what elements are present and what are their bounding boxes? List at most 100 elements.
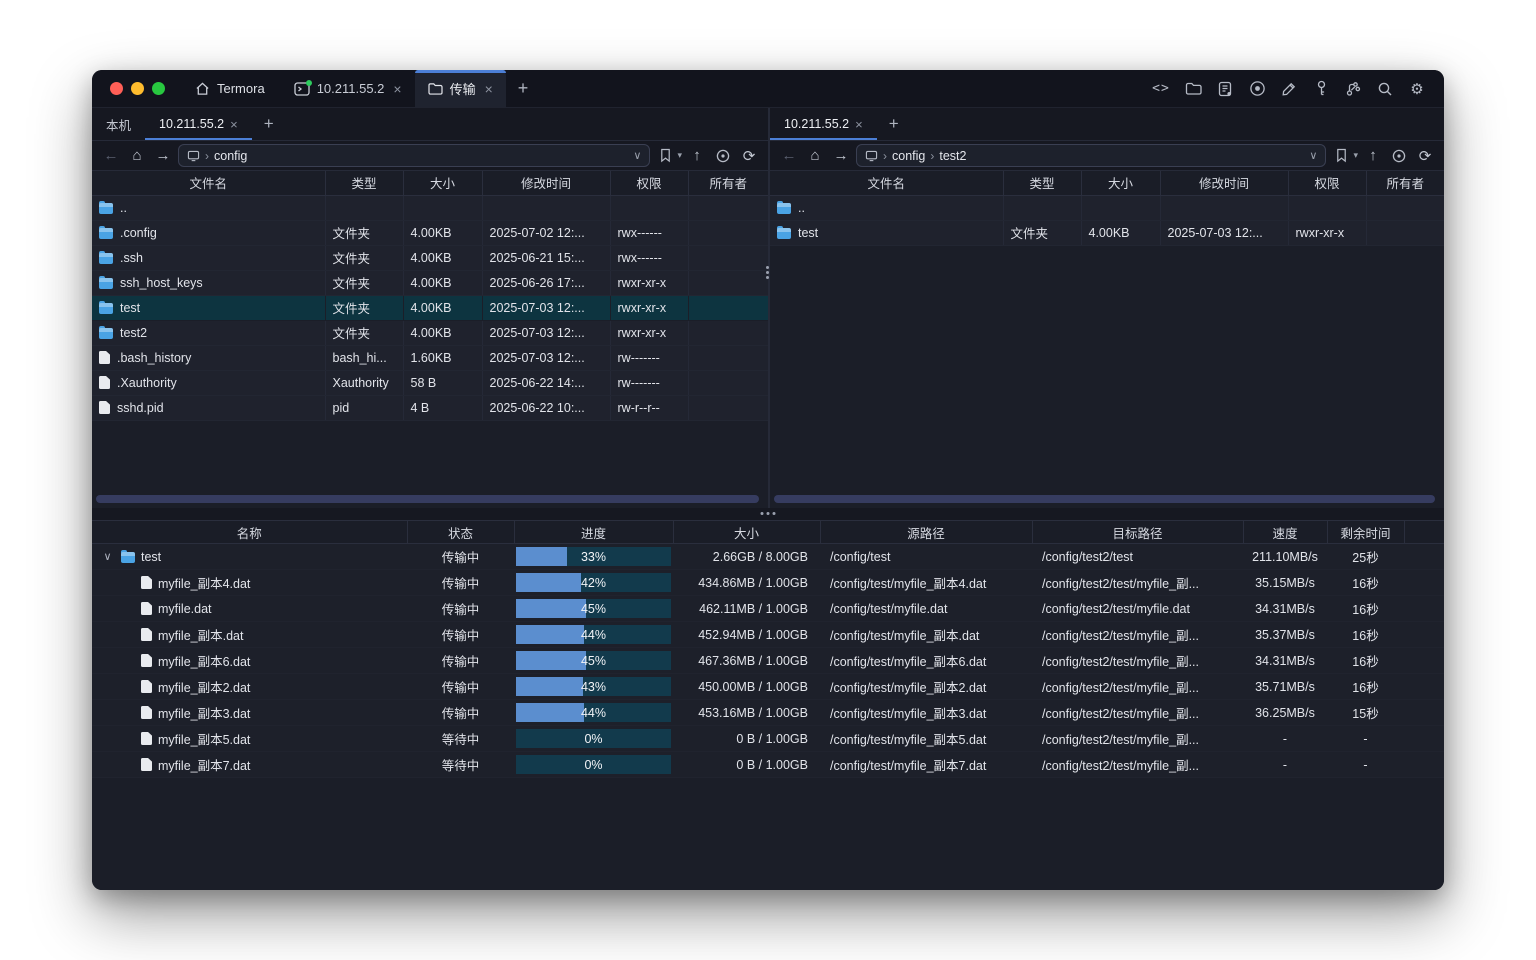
breadcrumb-segment[interactable]: config xyxy=(892,149,925,163)
close-tab-icon[interactable]: × xyxy=(485,81,493,97)
computer-icon xyxy=(865,150,878,162)
horizontal-scrollbar[interactable] xyxy=(96,495,759,503)
bookmark-icon[interactable] xyxy=(1330,145,1352,167)
tab-transfer[interactable]: 传输 × xyxy=(415,70,506,107)
transfer-row[interactable]: myfile_副本2.dat 传输中 43% 450.00MB / 1.00GB… xyxy=(92,674,1444,700)
file-perm: rwxr-xr-x xyxy=(610,320,688,345)
breadcrumb-segment[interactable]: config xyxy=(214,149,247,163)
file-type: 文件夹 xyxy=(1003,220,1081,245)
chevron-down-icon[interactable]: ∨ xyxy=(1309,149,1317,162)
transfer-row[interactable]: ∨test 传输中 33% 2.66GB / 8.00GB /config/te… xyxy=(92,544,1444,570)
code-icon[interactable]: <> xyxy=(1150,78,1172,100)
close-icon[interactable]: × xyxy=(855,117,863,132)
forward-icon[interactable]: → xyxy=(152,145,174,167)
close-icon[interactable]: × xyxy=(230,117,238,132)
column-header[interactable]: 状态 xyxy=(407,521,514,544)
folder-icon[interactable] xyxy=(1182,78,1204,100)
path-input[interactable]: ›config›test2 ∨ xyxy=(856,144,1326,167)
settings-icon[interactable]: ⚙ xyxy=(1406,78,1428,100)
transfer-row[interactable]: myfile_副本5.dat 等待中 0% 0 B / 1.00GB /conf… xyxy=(92,726,1444,752)
record-icon[interactable] xyxy=(1246,78,1268,100)
column-header[interactable]: 目标路径 xyxy=(1032,521,1243,544)
transfer-row[interactable]: myfile_副本7.dat 等待中 0% 0 B / 1.00GB /conf… xyxy=(92,752,1444,778)
subtab-local[interactable]: 本机 xyxy=(92,108,145,140)
new-connection-button[interactable]: + xyxy=(252,108,286,140)
show-hidden-icon[interactable] xyxy=(712,145,734,167)
file-type-icon xyxy=(99,401,110,414)
tab-home[interactable]: Termora xyxy=(179,70,281,107)
file-row[interactable]: ssh_host_keys 文件夹 4.00KB 2025-06-26 17:.… xyxy=(92,270,768,295)
refresh-icon[interactable]: ⟳ xyxy=(738,145,760,167)
tab-session[interactable]: 10.211.55.2 × xyxy=(281,70,415,107)
upload-icon[interactable]: ↑ xyxy=(686,145,708,167)
refresh-icon[interactable]: ⟳ xyxy=(1414,145,1436,167)
transfer-row[interactable]: myfile_副本6.dat 传输中 45% 467.36MB / 1.00GB… xyxy=(92,648,1444,674)
file-row[interactable]: .config 文件夹 4.00KB 2025-07-02 12:... rwx… xyxy=(92,220,768,245)
home-icon[interactable]: ⌂ xyxy=(804,145,826,167)
file-row[interactable]: .bash_history bash_hi... 1.60KB 2025-07-… xyxy=(92,345,768,370)
column-header[interactable]: 所有者 xyxy=(1366,171,1444,195)
bookmark-dropdown-icon[interactable]: ▾ xyxy=(1353,150,1358,161)
column-header[interactable]: 速度 xyxy=(1243,521,1327,544)
column-header[interactable]: 源路径 xyxy=(820,521,1032,544)
search-icon[interactable] xyxy=(1374,78,1396,100)
logs-icon[interactable] xyxy=(1214,78,1236,100)
transfer-name: myfile_副本4.dat xyxy=(158,573,250,592)
transfer-row[interactable]: myfile.dat 传输中 45% 462.11MB / 1.00GB /co… xyxy=(92,596,1444,622)
column-header[interactable]: 剩余时间 xyxy=(1327,521,1404,544)
file-row[interactable]: test2 文件夹 4.00KB 2025-07-03 12:... rwxr-… xyxy=(92,320,768,345)
source-path: /config/test/myfile_副本2.dat xyxy=(820,674,1032,700)
subtab-session[interactable]: 10.211.55.2 × xyxy=(770,108,877,140)
column-header[interactable]: 权限 xyxy=(610,171,688,195)
column-header[interactable]: 所有者 xyxy=(688,171,768,195)
column-header[interactable]: 大小 xyxy=(1081,171,1160,195)
new-tab-button[interactable]: + xyxy=(506,70,541,107)
file-row[interactable]: .Xauthority Xauthority 58 B 2025-06-22 1… xyxy=(92,370,768,395)
back-icon[interactable]: ← xyxy=(778,145,800,167)
show-hidden-icon[interactable] xyxy=(1388,145,1410,167)
upload-icon[interactable]: ↑ xyxy=(1362,145,1384,167)
minimize-window-button[interactable] xyxy=(131,82,144,95)
horizontal-scrollbar[interactable] xyxy=(774,495,1435,503)
chevron-down-icon[interactable]: ∨ xyxy=(633,149,641,162)
column-header[interactable]: 进度 xyxy=(514,521,673,544)
key-icon[interactable] xyxy=(1310,78,1332,100)
home-icon[interactable]: ⌂ xyxy=(126,145,148,167)
expand-chevron-icon[interactable]: ∨ xyxy=(100,550,115,563)
new-connection-button[interactable]: + xyxy=(877,108,911,140)
column-header[interactable]: 大小 xyxy=(403,171,482,195)
keychain-icon[interactable] xyxy=(1342,78,1364,100)
file-row[interactable]: .. xyxy=(770,195,1444,220)
column-header[interactable] xyxy=(1404,521,1444,544)
column-header[interactable]: 权限 xyxy=(1288,171,1366,195)
target-path: /config/test2/test xyxy=(1032,544,1243,570)
bookmark-dropdown-icon[interactable]: ▾ xyxy=(677,150,682,161)
maximize-window-button[interactable] xyxy=(152,82,165,95)
file-row[interactable]: sshd.pid pid 4 B 2025-06-22 10:... rw-r-… xyxy=(92,395,768,420)
column-header[interactable]: 类型 xyxy=(1003,171,1081,195)
subtab-session[interactable]: 10.211.55.2 × xyxy=(145,108,252,140)
back-icon[interactable]: ← xyxy=(100,145,122,167)
transfer-row[interactable]: myfile_副本4.dat 传输中 42% 434.86MB / 1.00GB… xyxy=(92,570,1444,596)
file-row[interactable]: test 文件夹 4.00KB 2025-07-03 12:... rwxr-x… xyxy=(770,220,1444,245)
column-header[interactable]: 修改时间 xyxy=(1160,171,1288,195)
column-header[interactable]: 文件名 xyxy=(92,171,325,195)
path-input[interactable]: ›config ∨ xyxy=(178,144,650,167)
transfer-row[interactable]: myfile_副本.dat 传输中 44% 452.94MB / 1.00GB … xyxy=(92,622,1444,648)
close-window-button[interactable] xyxy=(110,82,123,95)
breadcrumb-segment[interactable]: test2 xyxy=(939,149,966,163)
horizontal-splitter[interactable] xyxy=(92,508,1444,520)
column-header[interactable]: 修改时间 xyxy=(482,171,610,195)
forward-icon[interactable]: → xyxy=(830,145,852,167)
column-header[interactable]: 类型 xyxy=(325,171,403,195)
close-tab-icon[interactable]: × xyxy=(393,81,401,97)
bookmark-icon[interactable] xyxy=(654,145,676,167)
file-row[interactable]: .ssh 文件夹 4.00KB 2025-06-21 15:... rwx---… xyxy=(92,245,768,270)
column-header[interactable]: 名称 xyxy=(92,521,407,544)
column-header[interactable]: 大小 xyxy=(673,521,820,544)
edit-icon[interactable] xyxy=(1278,78,1300,100)
file-row[interactable]: test 文件夹 4.00KB 2025-07-03 12:... rwxr-x… xyxy=(92,295,768,320)
file-row[interactable]: .. xyxy=(92,195,768,220)
column-header[interactable]: 文件名 xyxy=(770,171,1003,195)
transfer-row[interactable]: myfile_副本3.dat 传输中 44% 453.16MB / 1.00GB… xyxy=(92,700,1444,726)
